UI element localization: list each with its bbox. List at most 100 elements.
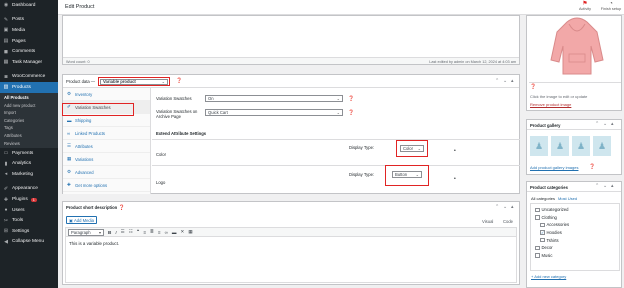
tab-variations[interactable]: ▦ Variations — [63, 153, 150, 166]
sidebar-item-comments[interactable]: ◼ Comments — [0, 46, 58, 57]
product-type-select[interactable]: Variable product ⌄ — [100, 79, 168, 85]
sidebar-item-dashboard[interactable]: ◉ Dashboard — [0, 0, 58, 11]
short-description-editor[interactable]: This is a variable product. — [65, 237, 517, 283]
description-editor[interactable]: Word count: 0 Last edited by admin on Ma… — [62, 15, 520, 65]
sidebar-subitem[interactable]: Reviews — [0, 139, 58, 147]
tab-attributes[interactable]: ☰ Attributes — [63, 140, 150, 153]
sidebar-item-products[interactable]: ▥ Products — [0, 82, 58, 93]
sidebar-subitem[interactable]: Categories — [0, 117, 58, 125]
blockquote-icon[interactable]: ❝ — [137, 229, 139, 235]
gallery-thumbnail[interactable]: ♟ — [551, 136, 569, 156]
finish-setup-button[interactable]: ◔ Finish setup — [598, 1, 624, 11]
category-item[interactable]: Clothing — [535, 214, 615, 222]
sidebar-item-tools[interactable]: ✂ Tools — [0, 215, 58, 226]
activity-button[interactable]: ⚑ Activity — [574, 1, 596, 11]
sidebar-item-analytics[interactable]: ▮ Analytics — [0, 159, 58, 170]
tab-linked-products[interactable]: ∞ Linked Products — [63, 127, 150, 140]
sidebar-item-appearance[interactable]: ✐ Appearance — [0, 184, 58, 195]
format-select[interactable]: Paragraph ▾ — [68, 228, 104, 236]
sidebar-item-pages[interactable]: ▤ Pages — [0, 36, 58, 47]
toggle-panel-icon[interactable]: ▴ — [611, 183, 614, 189]
attribute-row-logo: Logo Display Type: • — [152, 165, 520, 194]
product-data-header: Product data — Variable product ⌄ ❓ ⌃ ⌄ ▴ — [63, 75, 519, 88]
category-item[interactable]: ✓ Hoodies — [535, 229, 615, 237]
bullet-list-icon[interactable]: ☰ — [121, 229, 125, 235]
archive-action-select[interactable]: Quick Cart ⌄ — [205, 109, 343, 116]
hoodie-icon: ♟ — [597, 140, 607, 151]
tab-most-used[interactable]: Most Used — [558, 196, 577, 201]
align-left-icon[interactable]: ≡ — [143, 230, 146, 235]
sidebar-item-payments[interactable]: ▭ Payments — [0, 148, 58, 159]
fullscreen-icon[interactable]: ✕ — [180, 229, 184, 235]
product-image[interactable] — [549, 16, 605, 78]
category-item[interactable]: Uncategorized — [535, 206, 615, 214]
add-new-category-link[interactable]: + Add new category — [531, 274, 566, 279]
toolbar-toggle-icon[interactable]: ▦ — [188, 229, 192, 235]
sidebar-subitem[interactable]: Add new product — [0, 101, 58, 109]
checkbox[interactable] — [540, 222, 545, 228]
sidebar-item-posts[interactable]: ✎ Posts — [0, 15, 58, 26]
numbered-list-icon[interactable]: ☷ — [129, 229, 133, 235]
sidebar-subitem[interactable]: Tags — [0, 124, 58, 132]
product-type-highlight: Variable product ⌄ — [98, 77, 170, 86]
move-down-icon[interactable]: ⌄ — [603, 121, 607, 127]
sidebar-subitem[interactable]: Import — [0, 109, 58, 117]
sidebar-item-settings[interactable]: ⊞ Settings — [0, 226, 58, 237]
products-icon: ▥ — [3, 84, 9, 91]
move-up-icon[interactable]: ⌃ — [495, 78, 499, 84]
move-up-icon[interactable]: ⌃ — [595, 183, 599, 189]
sidebar-item-media[interactable]: ▣ Media — [0, 25, 58, 36]
category-item[interactable]: Music — [535, 252, 615, 260]
checkbox[interactable] — [535, 207, 540, 213]
attribute-name: Logo — [156, 180, 166, 185]
italic-icon[interactable]: I — [115, 230, 116, 235]
sidebar-subitem[interactable]: All Products — [0, 94, 58, 102]
move-down-icon[interactable]: ⌄ — [503, 78, 507, 84]
tab-get-more-options[interactable]: ✚ Get more options — [63, 179, 150, 192]
move-down-icon[interactable]: ⌄ — [503, 204, 507, 210]
move-up-icon[interactable]: ⌃ — [595, 121, 599, 127]
checkbox[interactable]: ✓ — [540, 230, 545, 235]
tab-all-categories[interactable]: All categories — [531, 196, 555, 201]
code-tab[interactable]: Code — [503, 219, 513, 224]
attribute-name: Color — [156, 152, 167, 157]
color-display-type-select[interactable]: Color ⌄ — [400, 144, 424, 152]
move-up-icon[interactable]: ⌃ — [495, 204, 499, 210]
sidebar-item-woocommerce[interactable]: ◙ WooCommerce — [0, 72, 58, 83]
category-item[interactable]: Decor — [535, 244, 615, 252]
tab-inventory[interactable]: ⚙ Inventory — [63, 88, 150, 101]
sidebar-item-users[interactable]: ● Users — [0, 205, 58, 216]
category-item[interactable]: Tshirts — [535, 236, 615, 244]
align-center-icon[interactable]: ≣ — [150, 229, 154, 235]
categories-header: Product categories ⌃ ⌄ ▴ — [527, 182, 621, 192]
checkbox[interactable] — [535, 245, 540, 251]
toggle-panel-icon[interactable]: ▴ — [611, 121, 614, 127]
logo-display-type-select[interactable]: Button ⌄ — [392, 171, 422, 178]
gallery-thumbnail[interactable]: ♟ — [572, 136, 590, 156]
category-item[interactable]: Accessories — [535, 221, 615, 229]
tab-advanced[interactable]: ⚙ Advanced — [63, 166, 150, 179]
sidebar-item-marketing[interactable]: ◂ Marketing — [0, 169, 58, 180]
sidebar-item-task-manager[interactable]: ▦ Task Manager — [0, 57, 58, 68]
sidebar-item-plugins[interactable]: ✚ Plugins 1 — [0, 194, 58, 205]
checkbox[interactable] — [535, 253, 540, 258]
remove-image-link[interactable]: Remove product image — [530, 102, 571, 107]
checkbox[interactable] — [540, 237, 545, 243]
bold-icon[interactable]: B — [108, 230, 111, 235]
move-down-icon[interactable]: ⌄ — [603, 183, 607, 189]
align-right-icon[interactable]: ≡ — [158, 230, 161, 235]
checkbox[interactable] — [535, 215, 540, 220]
gallery-thumbnail[interactable]: ♟ — [593, 136, 611, 156]
sidebar-subitem[interactable]: Attributes — [0, 132, 58, 140]
gallery-thumbnail[interactable]: ♟ — [530, 136, 548, 156]
add-gallery-images-link[interactable]: Add product gallery images — [530, 165, 578, 170]
collapse-menu-button[interactable]: ◀ Collapse Menu — [0, 237, 58, 248]
swatches-select[interactable]: On ⌄ — [205, 95, 343, 102]
toggle-panel-icon[interactable]: ▴ — [511, 204, 514, 210]
more-icon[interactable]: ▬ — [172, 230, 177, 235]
woo-icon: ◙ — [4, 73, 8, 80]
visual-tab[interactable]: Visual — [482, 219, 493, 224]
link-icon[interactable]: ∞ — [165, 230, 168, 235]
toggle-panel-icon[interactable]: ▴ — [511, 78, 514, 84]
add-media-button[interactable]: ▣ Add Media — [66, 216, 97, 224]
